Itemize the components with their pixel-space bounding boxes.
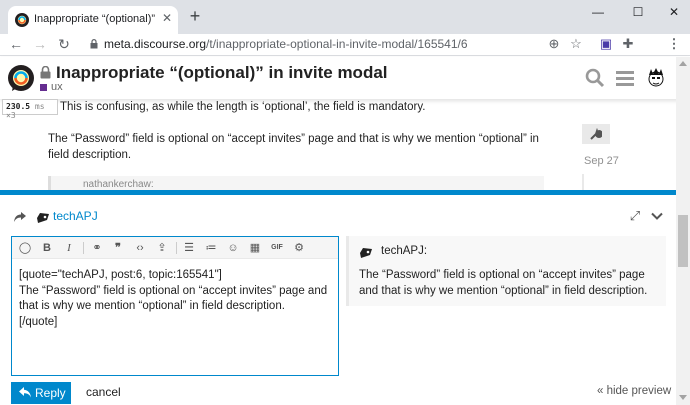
maximize-button[interactable]: ☐	[628, 5, 648, 21]
page-scrollbar[interactable]	[676, 57, 690, 405]
back-icon[interactable]: ←	[8, 36, 24, 52]
browser-toolbar: ← → ↻ meta.discourse.org/t/inappropriate…	[0, 34, 690, 84]
new-tab-button[interactable]: +	[186, 7, 204, 25]
toolbar-divider	[176, 242, 177, 254]
composer-grippie[interactable]	[329, 195, 349, 198]
link-icon[interactable]: ⚭	[90, 241, 104, 255]
url-path: /t/inappropriate-optional-in-invite-moda…	[206, 37, 468, 51]
browser-tab[interactable]: Inappropriate “(optional)” in invit ✕	[8, 6, 178, 34]
reply-button[interactable]: Reply	[11, 382, 71, 404]
code-icon[interactable]: ‹›	[133, 241, 147, 255]
scroll-up-arrow-icon[interactable]	[679, 60, 687, 66]
category-badge[interactable]: ux	[51, 81, 63, 93]
reply-to-username[interactable]: techAPJ	[53, 209, 98, 223]
profiler-badge[interactable]: 230.5 ms ×3	[2, 99, 58, 120]
profiler-multiplier: ×3	[6, 111, 16, 120]
editor-textarea[interactable]: [quote="techAPJ, post:6, topic:165541"] …	[19, 268, 335, 330]
hamburger-menu-icon[interactable]	[615, 68, 635, 88]
bullet-list-icon[interactable]: ☰	[182, 241, 196, 255]
bookmark-star-icon[interactable]: ☆	[568, 36, 584, 52]
category-color-swatch	[40, 84, 47, 91]
preview-pane: techAPJ: The “Password” field is optiona…	[346, 236, 666, 306]
post-line: This is confusing, as while the length i…	[60, 101, 426, 113]
extension-shield-icon[interactable]: ▣	[598, 36, 614, 52]
scroll-down-arrow-icon[interactable]	[679, 395, 687, 401]
numbered-list-icon[interactable]: ≔	[204, 241, 218, 255]
extensions-puzzle-icon[interactable]: ✚	[620, 36, 636, 52]
cancel-link[interactable]: cancel	[86, 385, 121, 399]
quote-bubble-icon[interactable]: ◯	[18, 241, 32, 255]
topic-title[interactable]: Inappropriate “(optional)” in invite mod…	[56, 63, 388, 83]
profiler-unit: ms	[34, 102, 45, 111]
italic-icon[interactable]: I	[62, 241, 76, 255]
close-window-button[interactable]: ✕	[664, 5, 684, 21]
search-icon[interactable]	[585, 68, 605, 88]
timeline-date[interactable]: Sep 27	[584, 155, 619, 167]
expand-composer-icon[interactable]: ⤢	[628, 209, 642, 223]
toolbar-divider	[83, 242, 84, 254]
editor-area: ◯ B I ⚭ ❞ ‹› ⇪ ☰ ≔ ☺ ▦ GIF ⚙ [quote="tec…	[11, 236, 339, 376]
scrollbar-thumb[interactable]	[678, 215, 688, 267]
calendar-icon[interactable]: ▦	[248, 241, 262, 255]
collapse-chevron-down-icon[interactable]	[650, 209, 664, 223]
user-avatar-small-icon	[37, 213, 49, 223]
add-site-icon[interactable]: ⊕	[546, 36, 562, 52]
wrench-icon	[590, 128, 602, 140]
wrench-admin-button[interactable]	[582, 124, 610, 144]
discourse-favicon-icon	[15, 13, 29, 27]
preview-user-avatar-icon	[360, 248, 372, 258]
upload-icon[interactable]: ⇪	[155, 241, 169, 255]
site-header: Inappropriate “(optional)” in invite mod…	[0, 57, 690, 99]
topic-lock-icon	[40, 66, 51, 79]
bold-icon[interactable]: B	[40, 241, 54, 255]
editor-toolbar: ◯ B I ⚭ ❞ ‹› ⇪ ☰ ≔ ☺ ▦ GIF ⚙	[12, 237, 338, 259]
gif-icon[interactable]: GIF	[270, 241, 284, 255]
profiler-ms: 230.5	[6, 102, 31, 111]
gear-icon[interactable]: ⚙	[292, 241, 306, 255]
discourse-logo-icon[interactable]	[8, 65, 34, 91]
forward-icon[interactable]: →	[32, 36, 48, 52]
reply-button-label: Reply	[35, 386, 66, 400]
user-avatar-icon[interactable]	[646, 68, 666, 88]
reply-arrow-icon	[19, 387, 31, 398]
reply-share-icon	[14, 212, 26, 222]
reload-icon[interactable]: ↻	[56, 36, 72, 52]
tab-close-icon[interactable]: ✕	[160, 11, 174, 27]
quote-username: nathankerchaw:	[83, 179, 154, 190]
minimize-button[interactable]: —	[588, 5, 608, 21]
browser-tab-bar: Inappropriate “(optional)” in invit ✕ + …	[0, 0, 690, 34]
emoji-icon[interactable]: ☺	[226, 241, 240, 255]
secure-lock-icon[interactable]	[90, 39, 98, 49]
preview-quote-username: techAPJ:	[381, 245, 428, 257]
preview-quote-text: The “Password” field is optional on “acc…	[359, 269, 648, 297]
tab-title: Inappropriate “(optional)” in invit	[34, 13, 156, 25]
reply-composer: techAPJ ⤢ ◯ B I ⚭ ❞ ‹› ⇪ ☰ ≔ ☺ ▦ GIF ⚙ […	[0, 190, 676, 405]
hide-preview-link[interactable]: « hide preview	[597, 385, 671, 397]
post-paragraph: The “Password” field is optional on “acc…	[48, 133, 539, 161]
address-bar[interactable]: meta.discourse.org/t/inappropriate-optio…	[104, 37, 468, 51]
quote-preview-strip: nathankerchaw:	[48, 176, 544, 190]
url-host: meta.discourse.org	[104, 37, 207, 51]
blockquote-icon[interactable]: ❞	[111, 241, 125, 255]
browser-menu-icon[interactable]: ⋮	[666, 36, 682, 52]
